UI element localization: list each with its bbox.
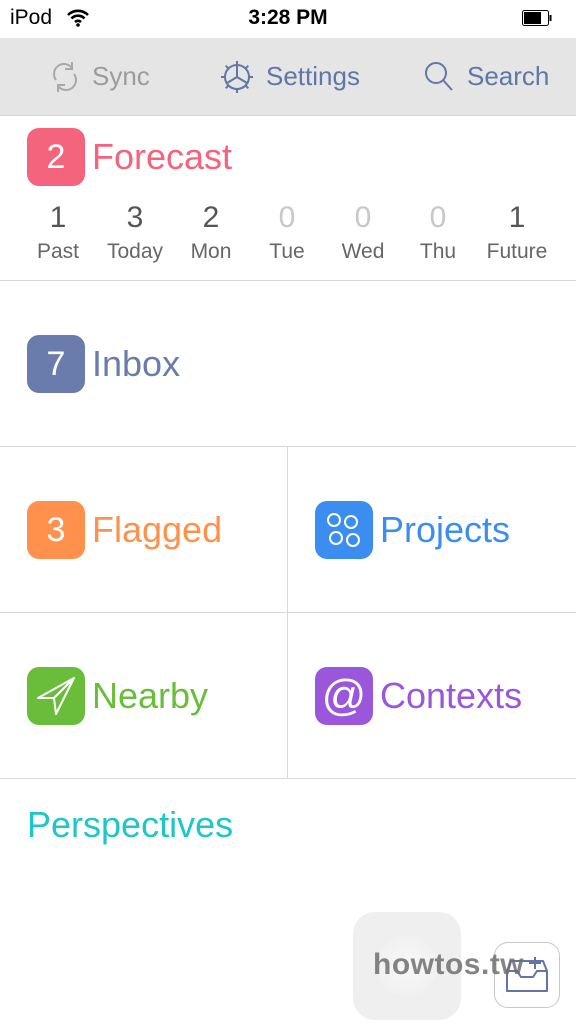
projects-icon	[315, 501, 373, 559]
forecast-day-today[interactable]: 3 Today	[97, 200, 173, 264]
toolbar: Sync Settings Search	[0, 38, 576, 116]
watermark: howtos.tw	[373, 948, 525, 981]
search-label: Search	[467, 61, 550, 91]
settings-label: Settings	[266, 61, 360, 91]
day-name: Wed	[341, 240, 385, 263]
projects-label: Projects	[380, 509, 511, 550]
forecast-day-mon[interactable]: 2 Mon	[173, 200, 249, 264]
day-count: 0	[278, 201, 296, 234]
projects-cell[interactable]: Projects	[288, 447, 576, 613]
forecast-badge: 2	[27, 128, 85, 186]
forecast-days: 1 Past 3 Today 2 Mon 0 Tue 0 Wed 0 Thu 1…	[20, 200, 576, 270]
flagged-label: Flagged	[92, 509, 223, 550]
day-name: Today	[106, 240, 164, 263]
contexts-cell[interactable]: @ Contexts	[288, 613, 576, 779]
day-count: 0	[429, 201, 447, 234]
forecast-day-future[interactable]: 1 Future	[479, 200, 555, 264]
forecast-row[interactable]: 2 Forecast 1 Past 3 Today 2 Mon 0 Tue 0 …	[0, 116, 576, 281]
day-name: Tue	[269, 240, 305, 263]
settings-button[interactable]: Settings	[220, 38, 360, 115]
day-count: 1	[49, 201, 67, 234]
search-button[interactable]: Search	[423, 38, 549, 115]
clock: 3:28 PM	[248, 6, 328, 29]
contexts-label: Contexts	[380, 675, 523, 716]
sync-label: Sync	[92, 61, 150, 91]
forecast-day-thu[interactable]: 0 Thu	[400, 200, 476, 264]
perspectives-heading[interactable]: Perspectives	[27, 804, 233, 846]
nearby-label: Nearby	[92, 675, 209, 716]
day-count: 1	[508, 201, 526, 234]
day-count: 2	[202, 201, 220, 234]
inbox-row[interactable]: 7 Inbox	[0, 281, 576, 447]
sync-button[interactable]: Sync	[50, 38, 150, 115]
forecast-day-past[interactable]: 1 Past	[20, 200, 96, 264]
forecast-day-tue[interactable]: 0 Tue	[249, 200, 325, 264]
inbox-label: Inbox	[92, 343, 181, 384]
flagged-badge: 3	[27, 501, 85, 559]
forecast-day-wed[interactable]: 0 Wed	[325, 200, 401, 264]
at-sign-icon: @	[315, 667, 373, 725]
day-count: 0	[354, 201, 372, 234]
status-bar: iPod 3:28 PM	[0, 0, 576, 38]
sync-icon	[53, 61, 77, 92]
day-name: Mon	[190, 240, 232, 263]
day-name: Past	[36, 240, 80, 263]
flagged-cell[interactable]: 3 Flagged	[0, 447, 288, 613]
gear-icon	[221, 60, 253, 93]
location-arrow-icon	[27, 667, 85, 725]
day-name: Thu	[419, 240, 457, 263]
forecast-label: Forecast	[92, 136, 233, 177]
inbox-badge: 7	[27, 335, 85, 393]
day-count: 3	[126, 201, 144, 234]
nearby-cell[interactable]: Nearby	[0, 613, 288, 779]
day-name: Future	[486, 240, 548, 263]
battery-icon	[522, 10, 552, 26]
search-icon	[425, 61, 453, 91]
